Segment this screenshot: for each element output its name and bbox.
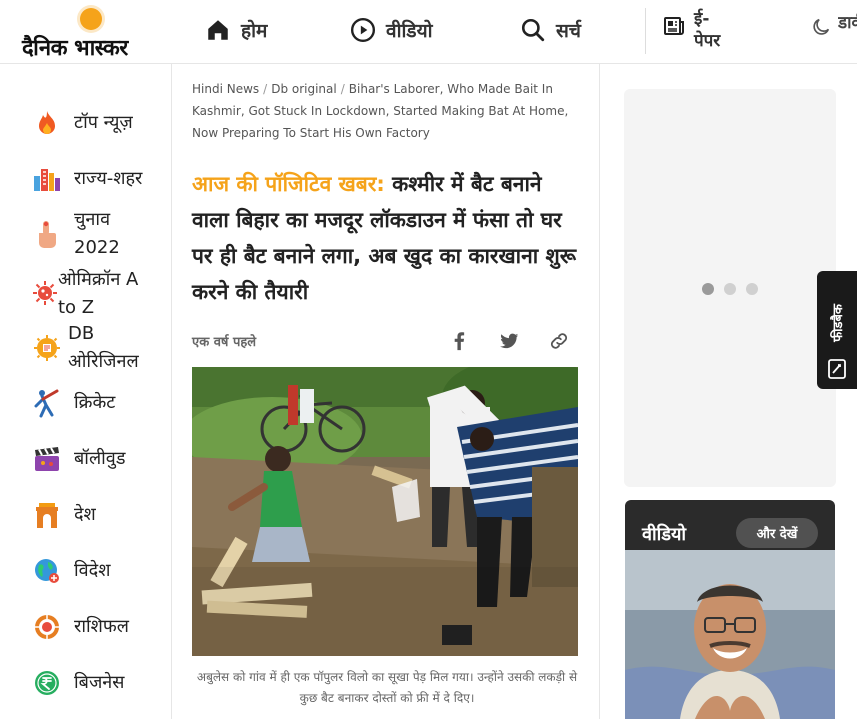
feedback-icon [828, 359, 846, 379]
headline-kicker: आज की पॉजिटिव खबर: [192, 172, 385, 196]
article-photo[interactable] [192, 367, 578, 656]
sidebar-item-world[interactable]: विदेश [32, 556, 110, 586]
search-icon [521, 18, 545, 42]
breadcrumb-separator: / [263, 82, 268, 96]
nav-epaper[interactable]: ई-पेपर [662, 8, 734, 52]
sidebar-item-state-city[interactable]: राज्य-शहर [32, 164, 142, 194]
nav-home-label: होम [241, 20, 268, 42]
voting-finger-icon [32, 219, 62, 249]
newspaper-icon [664, 17, 684, 35]
feedback-tab[interactable]: फीडबैक [817, 271, 857, 389]
sidebar-item-label: बॉलीवुड [74, 448, 126, 469]
twitter-icon[interactable] [498, 330, 520, 352]
sidebar-item-business[interactable]: बिजनेस [32, 668, 124, 698]
workers-making-bats-photo [192, 367, 578, 656]
logo-text: दैनिक भास्कर [22, 36, 128, 61]
video-thumbnail[interactable] [625, 550, 835, 719]
play-circle-icon [350, 17, 376, 43]
video-widget[interactable]: वीडियो और देखें [625, 500, 835, 719]
nav-video-label: वीडियो [386, 20, 433, 42]
nav-search-label: सर्च [556, 20, 581, 42]
sidebar-item-horoscope[interactable]: राशिफल [32, 612, 129, 642]
breadcrumb-hindi-news[interactable]: Hindi News [192, 82, 259, 96]
carousel-dot-2[interactable] [724, 283, 736, 295]
sidebar-item-label: ओमिक्रॉन A to Z [58, 269, 139, 318]
sidebar: टॉप न्यूज़ राज्य-शहर चुनाव 2022 ओमिक्रॉन… [0, 64, 172, 719]
breadcrumb: Hindi News / Db original / Bihar's Laborer, … [192, 78, 582, 144]
sidebar-item-label: DB ओरिजिनल [68, 323, 139, 372]
feedback-label: फीडबैक [831, 304, 846, 342]
sidebar-item-election[interactable]: चुनाव 2022 [32, 206, 144, 262]
globe-icon [32, 556, 62, 586]
virus-icon [32, 278, 58, 308]
breadcrumb-separator: / [340, 82, 345, 96]
breadcrumb-db-original[interactable]: Db original [271, 82, 337, 96]
nav-video[interactable]: वीडियो [350, 10, 433, 50]
carousel-dots [702, 283, 758, 295]
photo-caption: अबुलेस को गांव में ही एक पॉपुलर विलो का … [196, 670, 578, 705]
nav-home[interactable]: होम [205, 10, 267, 50]
sidebar-item-label: देश [74, 504, 96, 525]
see-more-button[interactable]: और देखें [736, 518, 818, 548]
sidebar-item-label: बिजनेस [74, 672, 125, 693]
nav-dark-mode-label: डार्क मोड [838, 13, 857, 33]
article-headline: आज की पॉजिटिव खबर: कश्मीर में बैट बनाने … [192, 166, 582, 310]
facebook-icon[interactable] [448, 330, 470, 352]
zodiac-icon [32, 612, 62, 642]
sidebar-item-label: चुनाव 2022 [74, 209, 120, 258]
sidebar-item-db-original[interactable]: DB ओरिजिनल [32, 320, 158, 376]
sidebar-item-label: विदेश [74, 560, 111, 581]
nav-epaper-label: ई-पेपर [694, 9, 721, 51]
article-main: Hindi News / Db original / Bihar's Laborer, … [172, 64, 600, 719]
db-original-icon [32, 333, 62, 363]
sidebar-item-label: राशिफल [74, 616, 130, 637]
publish-time: एक वर्ष पहले [192, 335, 257, 350]
nav-dark-mode[interactable]: डार्क मोड [810, 12, 857, 38]
sidebar-item-top-news[interactable]: टॉप न्यूज़ [32, 108, 133, 138]
top-header: दैनिक भास्कर होम वीडियो सर्च ई-पेपर डार्… [0, 0, 857, 64]
article-meta: एक वर्ष पहले [192, 326, 582, 356]
sidebar-item-label: राज्य-शहर [74, 168, 143, 189]
clapperboard-icon [32, 444, 62, 474]
sidebar-item-label: क्रिकेट [74, 392, 116, 413]
nav-divider [645, 8, 646, 54]
video-widget-title: वीडियो [642, 524, 687, 545]
sidebar-item-omicron[interactable]: ओमिक्रॉन A to Z [32, 264, 154, 322]
carousel-dot-1[interactable] [702, 283, 714, 295]
sun-logo-icon [80, 8, 102, 30]
dainik-bhaskar-logo[interactable]: दैनिक भास्कर [22, 6, 162, 61]
sidebar-item-cricket[interactable]: क्रिकेट [32, 388, 115, 418]
cricket-icon [32, 388, 62, 418]
carousel-dot-3[interactable] [746, 283, 758, 295]
home-icon [208, 20, 228, 40]
india-gate-icon [32, 500, 62, 530]
fire-icon [32, 108, 62, 138]
share-bar [448, 330, 570, 352]
sidebar-item-bollywood[interactable]: बॉलीवुड [32, 444, 125, 474]
rupee-icon [32, 668, 62, 698]
city-buildings-icon [32, 164, 62, 194]
nav-search[interactable]: सर्च [520, 10, 581, 50]
sidebar-item-country[interactable]: देश [32, 500, 96, 530]
man-smiling-thumbnail [625, 550, 835, 719]
moon-icon [813, 18, 830, 35]
sidebar-item-label: टॉप न्यूज़ [74, 112, 133, 133]
link-icon[interactable] [548, 330, 570, 352]
